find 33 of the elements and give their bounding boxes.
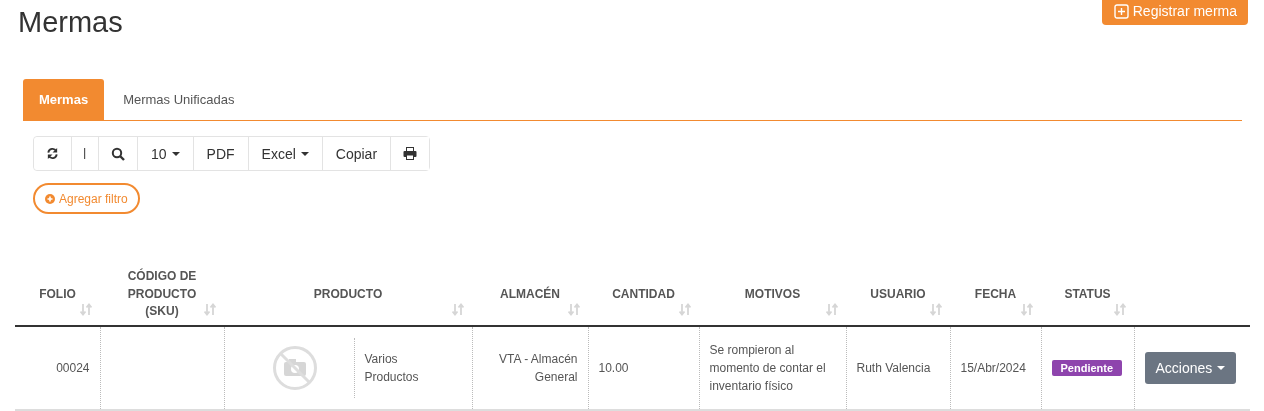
table-cell: 10.00 <box>598 361 629 375</box>
column-header[interactable]: FOLIO <box>15 264 100 326</box>
print-icon[interactable] <box>390 137 430 170</box>
column-header[interactable]: USUARIO <box>846 264 950 326</box>
sort-icon[interactable] <box>679 303 691 316</box>
plus-square-icon <box>1113 3 1129 19</box>
page-title: Mermas <box>18 6 123 39</box>
sort-icon[interactable] <box>1021 303 1033 316</box>
product-name: Varios Productos <box>364 351 420 386</box>
table-cell: Se rompieron al momento de contar el inventario físico <box>709 343 826 393</box>
tab[interactable]: Mermas Unificadas <box>104 79 254 120</box>
sort-icon[interactable] <box>204 303 216 316</box>
column-header[interactable]: FECHA <box>950 264 1041 326</box>
no-photo-icon <box>271 345 318 391</box>
table-cell: Ruth Valencia <box>856 361 931 375</box>
sort-icon[interactable] <box>452 303 464 316</box>
sort-icon[interactable] <box>568 303 580 316</box>
column-header[interactable]: STATUS <box>1041 264 1134 326</box>
table-cell: 00024 <box>15 326 100 410</box>
column-header[interactable]: CÓDIGO DE PRODUCTO (SKU) <box>100 264 224 326</box>
status-badge: Pendiente <box>1051 360 1123 376</box>
column-header[interactable]: PRODUCTO <box>224 264 472 326</box>
column-header[interactable]: ALMACÉN <box>472 264 588 326</box>
column-header[interactable]: MOTIVOS <box>699 264 846 326</box>
column-header[interactable]: CANTIDAD <box>588 264 699 326</box>
actions-dropdown-button[interactable]: Acciones <box>1144 352 1237 384</box>
sort-icon[interactable] <box>80 303 92 316</box>
table-cell: VTA - Almacén General <box>499 352 578 384</box>
plus-circle-icon <box>45 193 55 204</box>
sort-icon[interactable] <box>930 303 942 316</box>
table-cell: 15/Abr/2024 <box>960 361 1026 375</box>
sort-icon[interactable] <box>826 303 838 316</box>
sort-icon[interactable] <box>1114 303 1126 316</box>
